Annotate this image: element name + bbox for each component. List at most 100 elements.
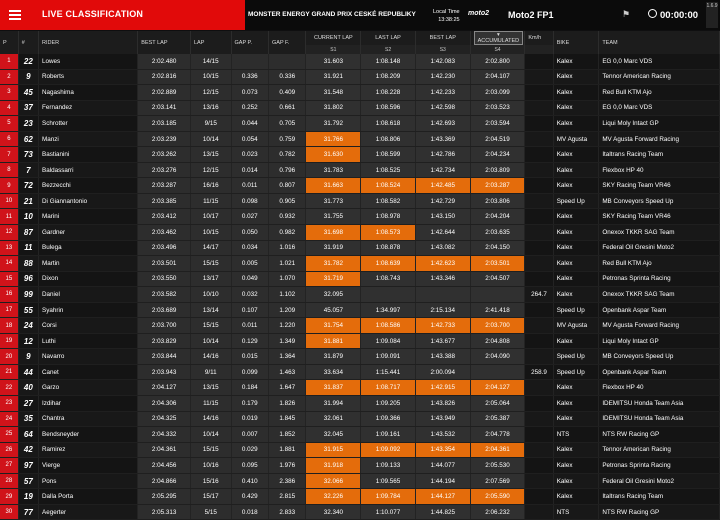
sector-3: 1:43.082 <box>415 240 471 257</box>
table-row[interactable]: 18 24 Corsi 2:03.700 15/15 0.011 1.220 31.754 1:… <box>0 317 720 334</box>
best-lap: 2:03.689 <box>137 302 191 319</box>
table-row[interactable]: 15 96 Dixon 2:03.550 13/17 0.049 1.070 31.719 1:… <box>0 271 720 288</box>
rider-number: 22 <box>18 54 40 70</box>
col-header-rider[interactable]: RIDER <box>38 31 139 54</box>
sector-1: 31.994 <box>305 395 362 412</box>
sector-2: 1:08.743 <box>360 271 416 288</box>
table-row[interactable]: 28 57 Pons 2:04.866 15/16 0.410 2.386 32.066 1:0… <box>0 473 720 490</box>
col-header-gap-f[interactable]: GAP F. <box>268 31 307 54</box>
table-row[interactable]: 11 10 Marini 2:03.412 10/17 0.027 0.932 31.755 1… <box>0 208 720 226</box>
table-row[interactable]: 1 22 Lowes 2:02.480 14/15 31.603 1:08.148 1:42.… <box>0 54 720 70</box>
col-header-kmh[interactable]: Km/h <box>524 31 554 45</box>
col-header-gap-p[interactable]: GAP P. <box>231 31 270 54</box>
speed <box>524 302 554 319</box>
rider-name: Izdihar <box>38 395 139 412</box>
sector-4: 2:04.507 <box>470 271 526 288</box>
gap-previous <box>231 54 270 70</box>
lap-count: 13/16 <box>190 100 232 117</box>
table-row[interactable]: 24 35 Chantra 2:04.325 14/16 0.019 1.845 32.061… <box>0 411 720 428</box>
sector-2: 1:08.806 <box>360 131 416 148</box>
sector-3: 1:42.598 <box>415 100 471 117</box>
col-header-team[interactable]: TEAM <box>598 31 720 54</box>
sector-3: 1:44.194 <box>415 473 471 490</box>
table-row[interactable]: 23 27 Izdihar 2:04.306 11/15 0.179 1.826 31.994… <box>0 395 720 412</box>
rider-number: 27 <box>18 395 40 412</box>
table-row[interactable]: 4 37 Fernandez 2:03.141 13/16 0.252 0.661 31.80… <box>0 100 720 117</box>
col-header-bike[interactable]: BIKE <box>553 31 600 54</box>
best-lap: 2:04.456 <box>137 457 191 474</box>
table-row[interactable]: 25 64 Bendsneyder 2:04.332 10/14 0.007 1.852 32… <box>0 426 720 443</box>
lap-count: 10/16 <box>190 457 232 474</box>
gap-first: 0.982 <box>268 224 307 241</box>
flag-icon: ⚑ <box>622 9 631 19</box>
team: IDEMITSU Honda Team Asia <box>598 411 720 428</box>
col-header-lap[interactable]: LAP <box>190 31 232 54</box>
sector-2: 1:09.784 <box>360 488 416 505</box>
gap-first: 1.021 <box>268 255 307 272</box>
table-row[interactable]: 13 11 Bulega 2:03.496 14/17 0.034 1.016 31.919 1… <box>0 240 720 257</box>
menu-button[interactable] <box>0 0 30 30</box>
table-row[interactable]: 22 40 Garzo 2:04.127 13/15 0.184 1.647 31.837 1:… <box>0 379 720 397</box>
sector-4: 2:05.064 <box>470 395 526 412</box>
col-header-pos[interactable]: P <box>0 31 19 54</box>
sector-2: 1:10.077 <box>360 504 416 520</box>
position: 21 <box>0 364 19 381</box>
gap-previous: 0.179 <box>231 395 270 412</box>
table-row[interactable]: 21 44 Canet 2:03.943 9/11 0.099 1.463 33.634 1:1… <box>0 364 720 381</box>
tab-current-lap[interactable]: CURRENT LAP <box>305 31 362 45</box>
table-row[interactable]: 17 55 Syahrin 2:03.689 13/14 0.107 1.209 45.057… <box>0 302 720 319</box>
team: Openbank Aspar Team <box>598 364 720 381</box>
table-row[interactable]: 9 72 Bezzecchi 2:03.287 16/16 0.011 0.807 31.66… <box>0 177 720 194</box>
table-row[interactable]: 7 73 Bastianini 2:03.262 13/15 0.023 0.782 31.6… <box>0 146 720 163</box>
table-row[interactable]: 30 77 Aegerter 2:05.313 5/15 0.018 2.833 32.340… <box>0 504 720 520</box>
bike: Kalex <box>553 100 600 117</box>
gap-first: 1.881 <box>268 442 307 459</box>
col-header-number[interactable]: # <box>18 31 40 54</box>
best-lap: 2:03.462 <box>137 224 191 241</box>
table-row[interactable]: 12 87 Gardner 2:03.462 10/15 0.050 0.982 31.698… <box>0 224 720 241</box>
bike: Kalex <box>553 177 600 194</box>
team: NTS RW Racing GP <box>598 426 720 443</box>
sector-4: 2:05.530 <box>470 457 526 474</box>
speed <box>524 240 554 257</box>
bike: Kalex <box>553 162 600 179</box>
table-row[interactable]: 14 88 Martin 2:03.501 15/15 0.005 1.021 31.782 1… <box>0 255 720 272</box>
tab-best-lap[interactable]: BEST LAP <box>415 31 471 45</box>
mode-select[interactable]: ▾ ACCUMULATED <box>470 31 526 45</box>
sector-4: 2:04.778 <box>470 426 526 443</box>
table-row[interactable]: 3 45 Nagashima 2:02.889 12/15 0.073 0.409 31.54… <box>0 84 720 101</box>
table-row[interactable]: 20 9 Navarro 2:03.844 14/16 0.015 1.364 31.879 1… <box>0 348 720 365</box>
table-row[interactable]: 8 7 Baldassarri 2:03.276 12/15 0.014 0.796 31.7… <box>0 162 720 179</box>
table-row[interactable]: 10 21 Di Giannantonio 2:03.385 11/15 0.098 0.9… <box>0 193 720 210</box>
top-bar: LIVE CLASSIFICATION MONSTER ENERGY GRAND… <box>0 0 720 30</box>
table-row[interactable]: 29 19 Dalla Porta 2:05.295 15/17 0.429 2.815 32… <box>0 488 720 505</box>
gap-previous: 0.014 <box>231 162 270 179</box>
sector-2: 1:08.878 <box>360 240 416 257</box>
speed <box>524 54 554 70</box>
bike: Kalex <box>553 457 600 474</box>
col-header-best-lap[interactable]: BEST LAP <box>137 31 191 54</box>
position: 20 <box>0 348 19 365</box>
table-row[interactable]: 5 23 Schrotter 2:03.185 9/15 0.044 0.705 31.792… <box>0 115 720 132</box>
table-row[interactable]: 16 99 Daniel 2:03.582 10/10 0.032 1.102 32.095 2… <box>0 286 720 303</box>
sector-2: 1:08.524 <box>360 177 416 194</box>
sector-4: 2:05.590 <box>470 488 526 505</box>
table-row[interactable]: 27 97 Vierge 2:04.456 10/16 0.095 1.976 31.918 1… <box>0 457 720 474</box>
lap-count: 15/17 <box>190 488 232 505</box>
table-row[interactable]: 19 12 Luthi 2:03.829 10/14 0.129 1.349 31.881 1:… <box>0 333 720 350</box>
speed <box>524 100 554 117</box>
table-row[interactable]: 2 9 Roberts 2:02.816 10/15 0.336 0.336 31.921 1:… <box>0 69 720 86</box>
sector-1: 31.919 <box>305 240 362 257</box>
table-row[interactable]: 26 42 Ramirez 2:04.361 15/15 0.029 1.881 31.915… <box>0 442 720 459</box>
gap-first: 0.409 <box>268 84 307 101</box>
sector-3: 1:43.388 <box>415 348 471 365</box>
team: MB Conveyors Speed Up <box>598 193 720 210</box>
rider-name: Di Giannantonio <box>38 193 139 210</box>
lap-count: 10/14 <box>190 131 232 148</box>
tab-last-lap[interactable]: LAST LAP <box>360 31 416 45</box>
gap-first: 2.386 <box>268 473 307 490</box>
gap-previous: 0.044 <box>231 115 270 132</box>
table-row[interactable]: 6 62 Manzi 2:03.239 10/14 0.054 0.759 31.766 1:0… <box>0 131 720 148</box>
position: 19 <box>0 333 19 350</box>
bike: NTS <box>553 426 600 443</box>
